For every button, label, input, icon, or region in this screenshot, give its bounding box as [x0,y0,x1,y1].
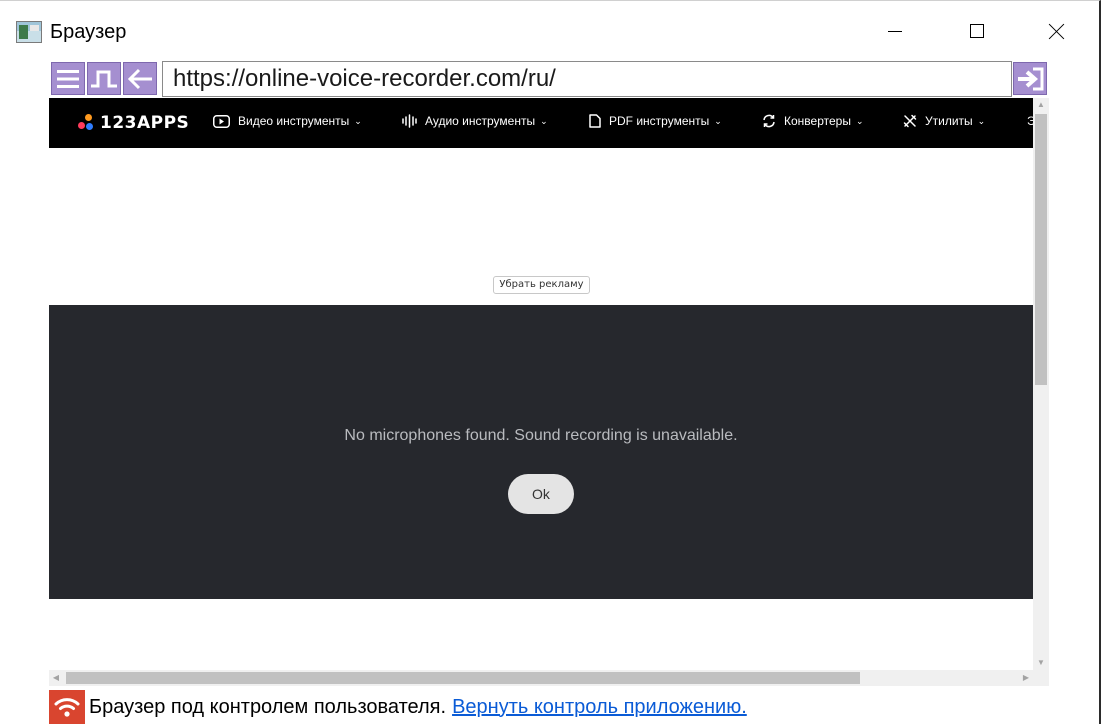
tools-icon [903,114,917,128]
chevron-down-icon: ⌄ [354,115,362,126]
site-logo[interactable]: 123APPS [78,113,189,133]
nav-video-tools[interactable]: Видео инструменты ⌄ [213,114,362,128]
nav-converters[interactable]: Конвертеры ⌄ [762,114,864,128]
maximize-icon [970,24,984,38]
convert-icon [763,114,775,128]
logo-text: 123APPS [100,113,190,133]
ok-button[interactable]: Ok [508,474,574,514]
pulse-icon [91,70,117,87]
horizontal-scroll-thumb[interactable] [66,672,860,684]
nav-label: Видео инструменты [238,114,350,128]
browser-window: Браузер 123APPS Видео инструменты ⌄ [0,0,1101,724]
chevron-down-icon: ⌄ [855,115,864,126]
nav-utilities[interactable]: Утилиты ⌄ [903,114,985,128]
scroll-right-icon[interactable]: ▶ [1019,670,1033,686]
nav-pdf-tools[interactable]: PDF инструменты ⌄ [589,114,722,128]
enter-arrow-icon [1018,67,1044,90]
chevron-down-icon: ⌄ [977,115,986,126]
minimize-button[interactable] [872,11,918,51]
no-microphone-message: No microphones found. Sound recording is… [344,427,738,444]
chevron-down-icon: ⌄ [714,115,722,126]
pulse-button[interactable] [87,62,121,95]
browser-app-icon [16,21,42,43]
nav-label: Аудио инструменты [425,114,536,128]
document-icon [589,114,601,128]
nav-audio-tools[interactable]: Аудио инструменты ⌄ [402,114,548,128]
nav-label: Утилиты [925,114,973,128]
title-bar: Браузер [0,1,1099,63]
window-title: Браузер [50,21,127,43]
scroll-down-icon[interactable]: ▼ [1033,656,1049,670]
scroll-left-icon[interactable]: ◀ [49,670,63,686]
vertical-scrollbar[interactable]: ▲ ▼ [1033,98,1049,670]
nav-label: Конвертеры [784,114,851,128]
url-input[interactable] [162,61,1012,97]
status-bar: Браузер под контролем пользователя. Верн… [49,689,1049,724]
page-viewport: 123APPS Видео инструменты ⌄ Аудио инструм… [49,98,1049,686]
close-button[interactable] [1034,11,1080,51]
wifi-icon [49,690,85,724]
chevron-down-icon: ⌄ [540,115,548,126]
scrollbar-corner [1033,670,1049,686]
vertical-scroll-thumb[interactable] [1035,114,1047,385]
close-icon [1049,23,1065,39]
return-control-link[interactable]: Вернуть контроль приложению. [452,696,747,719]
back-button[interactable] [123,62,157,95]
browser-toolbar [50,61,1050,97]
play-icon [213,114,230,128]
hamburger-icon [57,69,79,88]
site-header: 123APPS Видео инструменты ⌄ Аудио инструм… [49,98,1036,148]
status-text: Браузер под контролем пользователя. [89,695,447,718]
go-button[interactable] [1013,62,1047,95]
waveform-icon [402,114,417,128]
minimize-icon [888,30,902,32]
menu-button[interactable] [51,62,85,95]
maximize-button[interactable] [954,11,1000,51]
horizontal-scrollbar[interactable]: ◀ ▶ [49,670,1033,686]
remove-ads-button[interactable]: Убрать рекламу [493,276,590,294]
recorder-panel: No microphones found. Sound recording is… [49,305,1033,599]
scroll-up-icon[interactable]: ▲ [1033,98,1049,112]
logo-dots-icon [78,114,94,132]
arrow-left-icon [127,68,152,89]
nav-label: PDF инструменты [609,114,710,128]
